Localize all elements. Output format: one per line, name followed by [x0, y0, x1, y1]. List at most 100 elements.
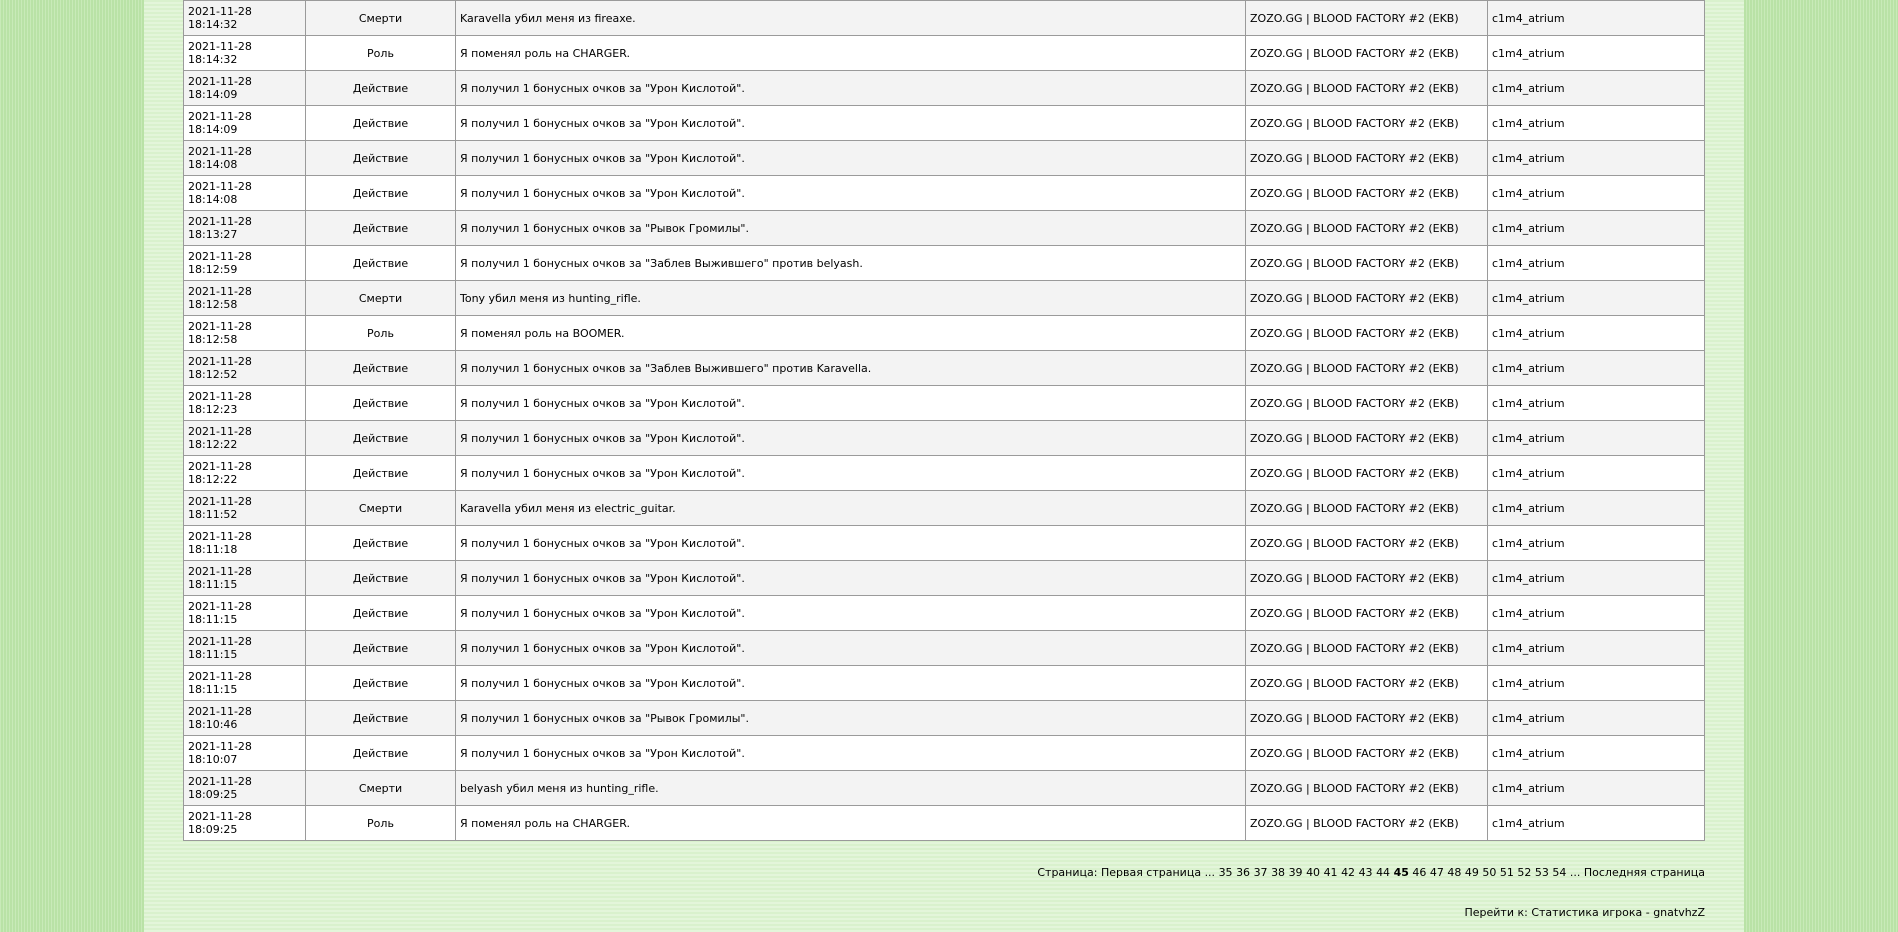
row-event-type: Действие [305, 70, 456, 106]
row-time: 18:12:22 [188, 438, 238, 451]
row-event-text: Я получил 1 бонусных очков за "Урон Кисл… [455, 175, 1246, 211]
row-time: 18:12:22 [188, 473, 238, 486]
event-log-table: 2021-11-28 18:14:32 Смерти Karavella убил м… [183, 0, 1705, 841]
row-datetime: 2021-11-28 18:14:32 [183, 35, 306, 71]
row-time: 18:14:32 [188, 53, 238, 66]
table-row: 2021-11-28 18:14:09 Действие Я получил 1 бо… [183, 105, 1705, 141]
pagination-page-link[interactable]: 46 [1412, 866, 1426, 879]
row-server: ZOZO.GG | BLOOD FACTORY #2 (EKB) [1245, 210, 1488, 246]
pagination-page-link[interactable]: 41 [1324, 866, 1338, 879]
row-event-text: Я получил 1 бонусных очков за "Рывок Гро… [455, 700, 1246, 736]
pagination-page-link[interactable]: 51 [1500, 866, 1514, 879]
row-map: c1m4_atrium [1487, 0, 1705, 36]
row-time: 18:12:59 [188, 263, 238, 276]
row-server: ZOZO.GG | BLOOD FACTORY #2 (EKB) [1245, 350, 1488, 386]
pagination-page-link[interactable]: 53 [1535, 866, 1549, 879]
table-row: 2021-11-28 18:14:08 Действие Я получил 1 бо… [183, 140, 1705, 176]
row-time: 18:14:09 [188, 123, 238, 136]
row-server: ZOZO.GG | BLOOD FACTORY #2 (EKB) [1245, 280, 1488, 316]
row-event-text: Я получил 1 бонусных очков за "Урон Кисл… [455, 630, 1246, 666]
row-datetime: 2021-11-28 18:09:25 [183, 805, 306, 841]
row-event-text: Я получил 1 бонусных очков за "Урон Кисл… [455, 560, 1246, 596]
row-event-type: Действие [305, 700, 456, 736]
pagination-page-link[interactable]: 36 [1236, 866, 1250, 879]
pagination-ellipsis-left: ... [1204, 866, 1216, 879]
row-server: ZOZO.GG | BLOOD FACTORY #2 (EKB) [1245, 385, 1488, 421]
row-map: c1m4_atrium [1487, 700, 1705, 736]
player-stats-link[interactable]: Статистика игрока - gnatvhzZ [1531, 906, 1705, 919]
row-server: ZOZO.GG | BLOOD FACTORY #2 (EKB) [1245, 105, 1488, 141]
row-datetime: 2021-11-28 18:09:25 [183, 770, 306, 806]
row-event-type: Смерти [305, 770, 456, 806]
row-map: c1m4_atrium [1487, 455, 1705, 491]
row-date: 2021-11-28 [188, 285, 252, 298]
row-server: ZOZO.GG | BLOOD FACTORY #2 (EKB) [1245, 455, 1488, 491]
row-datetime: 2021-11-28 18:12:59 [183, 245, 306, 281]
row-map: c1m4_atrium [1487, 35, 1705, 71]
pagination-page-link[interactable]: 37 [1254, 866, 1268, 879]
pagination-page-link[interactable]: 38 [1271, 866, 1285, 879]
row-server: ZOZO.GG | BLOOD FACTORY #2 (EKB) [1245, 595, 1488, 631]
pagination-page-link[interactable]: 44 [1376, 866, 1390, 879]
row-date: 2021-11-28 [188, 215, 252, 228]
row-event-text: Я поменял роль на CHARGER. [455, 35, 1246, 71]
row-server: ZOZO.GG | BLOOD FACTORY #2 (EKB) [1245, 175, 1488, 211]
row-date: 2021-11-28 [188, 705, 252, 718]
row-date: 2021-11-28 [188, 495, 252, 508]
row-date: 2021-11-28 [188, 75, 252, 88]
row-datetime: 2021-11-28 18:14:09 [183, 105, 306, 141]
table-row: 2021-11-28 18:09:25 Роль Я поменял роль на … [183, 805, 1705, 841]
pagination-page-link[interactable]: 35 [1219, 866, 1233, 879]
pagination-page-link[interactable]: 42 [1341, 866, 1355, 879]
row-event-type: Действие [305, 105, 456, 141]
pagination-pages-before: 35 36 37 38 39 40 41 42 43 44 [1219, 866, 1394, 879]
row-datetime: 2021-11-28 18:12:22 [183, 420, 306, 456]
row-event-type: Действие [305, 210, 456, 246]
row-time: 18:10:07 [188, 753, 238, 766]
row-event-type: Действие [305, 455, 456, 491]
pagination-page-link[interactable]: 49 [1465, 866, 1479, 879]
row-map: c1m4_atrium [1487, 245, 1705, 281]
table-row: 2021-11-28 18:10:07 Действие Я получил 1 бо… [183, 735, 1705, 771]
row-event-type: Действие [305, 385, 456, 421]
row-date: 2021-11-28 [188, 180, 252, 193]
pagination-page-link[interactable]: 54 [1552, 866, 1566, 879]
pagination-page-link[interactable]: 50 [1482, 866, 1496, 879]
row-datetime: 2021-11-28 18:12:58 [183, 280, 306, 316]
row-event-type: Действие [305, 630, 456, 666]
row-map: c1m4_atrium [1487, 665, 1705, 701]
pagination-page-link[interactable]: 43 [1359, 866, 1373, 879]
row-event-text: Karavella убил меня из electric_guitar. [455, 490, 1246, 526]
table-row: 2021-11-28 18:11:15 Действие Я получил 1 бо… [183, 595, 1705, 631]
row-map: c1m4_atrium [1487, 385, 1705, 421]
row-map: c1m4_atrium [1487, 805, 1705, 841]
row-map: c1m4_atrium [1487, 595, 1705, 631]
row-time: 18:11:15 [188, 578, 238, 591]
row-event-type: Действие [305, 665, 456, 701]
pagination-page-link[interactable]: 40 [1306, 866, 1320, 879]
row-event-text: Я получил 1 бонусных очков за "Урон Кисл… [455, 420, 1246, 456]
pagination-page-link[interactable]: 52 [1517, 866, 1531, 879]
pagination-pages-after: 46 47 48 49 50 51 52 53 54 [1412, 866, 1570, 879]
pagination-page-link[interactable]: 39 [1289, 866, 1303, 879]
pagination-first-link[interactable]: Первая страница [1101, 866, 1201, 879]
row-time: 18:12:58 [188, 333, 238, 346]
row-server: ZOZO.GG | BLOOD FACTORY #2 (EKB) [1245, 665, 1488, 701]
row-event-text: Я поменял роль на CHARGER. [455, 805, 1246, 841]
row-map: c1m4_atrium [1487, 525, 1705, 561]
pagination-current-page: 45 [1393, 866, 1409, 879]
row-datetime: 2021-11-28 18:12:23 [183, 385, 306, 421]
row-server: ZOZO.GG | BLOOD FACTORY #2 (EKB) [1245, 490, 1488, 526]
pagination-last-link[interactable]: Последняя страница [1584, 866, 1705, 879]
table-row: 2021-11-28 18:11:15 Действие Я получил 1 бо… [183, 630, 1705, 666]
row-event-text: Я получил 1 бонусных очков за "Урон Кисл… [455, 455, 1246, 491]
row-server: ZOZO.GG | BLOOD FACTORY #2 (EKB) [1245, 805, 1488, 841]
pagination-page-link[interactable]: 48 [1447, 866, 1461, 879]
row-event-type: Смерти [305, 0, 456, 36]
goto-nav: Перейти к: Статистика игрока - gnatvhzZ [1464, 906, 1705, 919]
pagination-page-link[interactable]: 47 [1430, 866, 1444, 879]
row-server: ZOZO.GG | BLOOD FACTORY #2 (EKB) [1245, 315, 1488, 351]
row-event-type: Действие [305, 245, 456, 281]
row-server: ZOZO.GG | BLOOD FACTORY #2 (EKB) [1245, 245, 1488, 281]
row-map: c1m4_atrium [1487, 70, 1705, 106]
